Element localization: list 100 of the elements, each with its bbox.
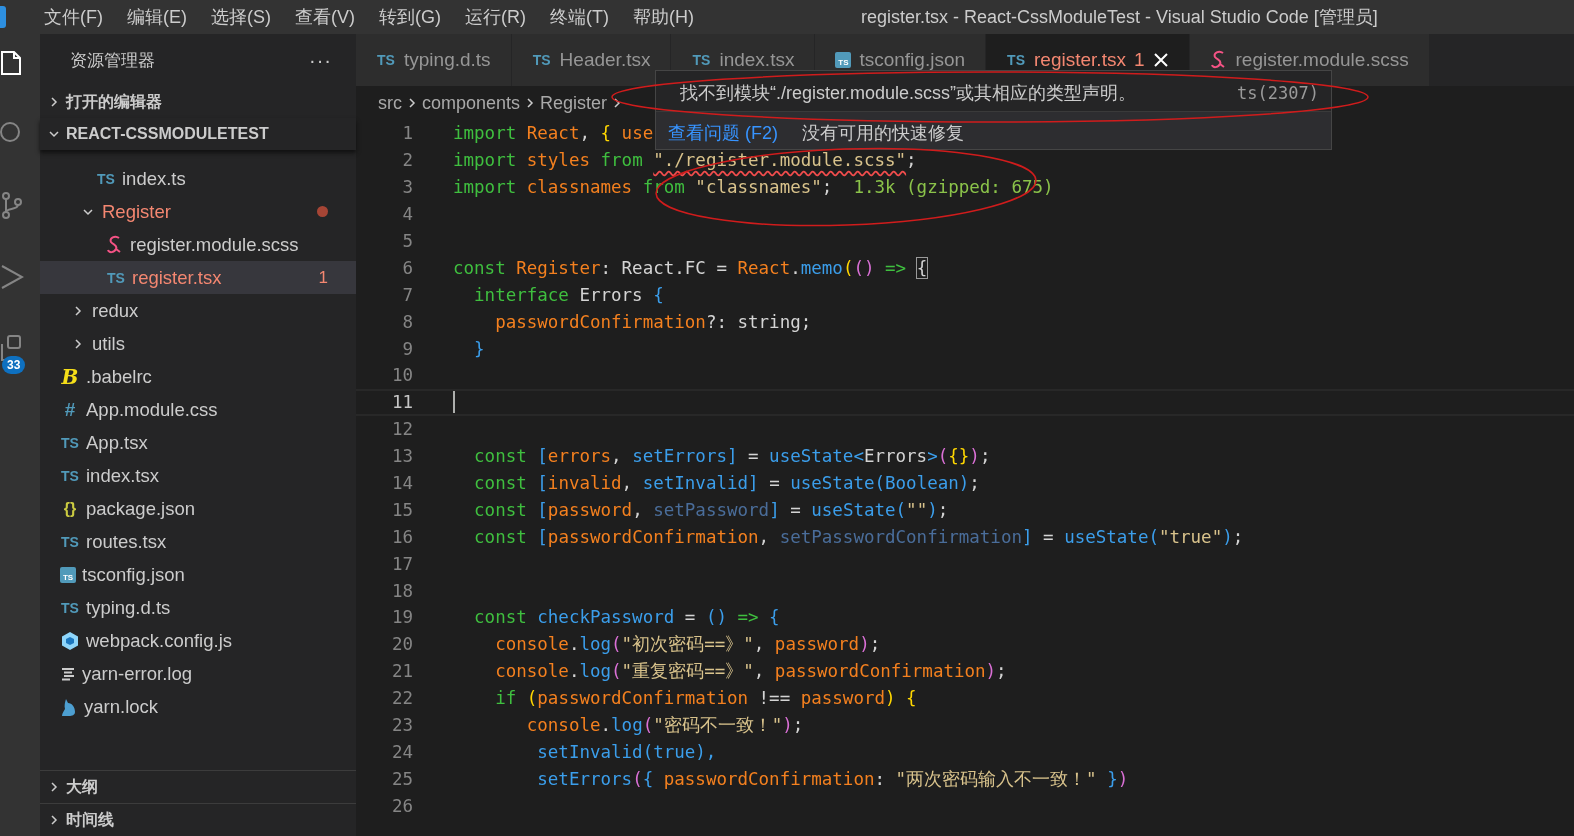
ts-icon: TS [60, 434, 80, 451]
ts-icon: TS [376, 52, 396, 68]
view-problem-link[interactable]: 查看问题 (F2) [668, 121, 778, 145]
line-number: 21 [390, 661, 413, 682]
code-line: setInvalid(true), [536, 741, 717, 762]
babel-icon: B [60, 364, 80, 389]
menu-item[interactable]: 选择(S) [199, 5, 283, 29]
ts-icon: TS [60, 599, 80, 616]
code-line: interface Errors { [473, 284, 664, 305]
line-number: 6 [401, 257, 413, 278]
breadcrumb-item[interactable]: src [378, 92, 402, 114]
line-number: 24 [390, 741, 413, 762]
file-item[interactable]: register.module.scss [40, 228, 356, 261]
menu-item[interactable]: 文件(F) [32, 5, 115, 29]
line-number: 25 [390, 768, 413, 789]
line-number: 18 [390, 580, 413, 601]
section-header[interactable]: REACT-CSSMODULETEST [40, 118, 356, 150]
hash-icon: # [60, 398, 80, 421]
logo-icon [0, 6, 6, 28]
chevron-icon [72, 337, 84, 350]
chevron-icon [48, 128, 60, 140]
line-number: 20 [390, 634, 413, 655]
cube-icon [60, 630, 80, 651]
code-line: console.log("初次密码==》", password); [494, 633, 881, 657]
badge-count: 33 [2, 356, 26, 374]
menu-item[interactable]: 运行(R) [453, 5, 538, 29]
menu-item[interactable]: 终端(T) [538, 5, 621, 29]
section-header[interactable]: 打开的编辑器 [40, 86, 356, 118]
problem-count: 1 [318, 267, 328, 288]
ts-icon: TS [96, 170, 116, 187]
file-item[interactable]: TS routes.tsx [40, 525, 356, 558]
line-number: 1 [401, 123, 413, 144]
editor-tab[interactable]: TS typing.d.ts [356, 34, 512, 86]
file-item[interactable]: TS App.tsx [40, 426, 356, 459]
lines-icon [60, 665, 76, 682]
code-line: if (passwordConfirmation !== password) { [494, 688, 917, 709]
code-line: const [passwordConfirmation, setPasswordConfirmation] = useState("true"); [473, 526, 1244, 547]
menu-item[interactable]: 转到(G) [367, 5, 453, 29]
line-number: 19 [390, 607, 413, 628]
line-number: 2 [401, 150, 413, 171]
run-icon [0, 262, 24, 292]
file-item[interactable]: webpack.config.js [40, 624, 356, 657]
menu-item[interactable]: 编辑(E) [115, 5, 199, 29]
window-title: register.tsx - React-CssModuleTest - Visual Studio Code [管理员] [860, 6, 1378, 29]
chevron-icon [48, 96, 60, 108]
code-line: setErrors({ passwordConfirmation: "两次密码输入不一致！" }) [536, 767, 1129, 791]
line-number: 11 [390, 392, 413, 413]
file-item[interactable]: # App.module.css [40, 393, 356, 426]
ts-icon: TS [691, 52, 712, 68]
editor-tab[interactable]: TS Header.tsx [511, 34, 672, 86]
menu-item[interactable]: 帮助(H) [620, 5, 706, 29]
chevron-icon [48, 814, 60, 826]
source-control-icon [0, 190, 24, 220]
ts-icon: TS [60, 467, 80, 484]
file-item[interactable]: TS tsconfig.json [40, 558, 356, 591]
quick-fix-note: 没有可用的快速修复 [802, 122, 964, 145]
line-number: 13 [390, 446, 413, 467]
code-line: } [473, 338, 485, 359]
menu-item[interactable]: 查看(V) [283, 5, 367, 29]
line-number: 16 [390, 526, 413, 547]
code-line: const [errors, setErrors] = useState<Errors>({}); [473, 446, 991, 467]
ts-icon: TS [1006, 52, 1027, 68]
folder-item[interactable]: utils [40, 327, 356, 360]
file-item[interactable]: TS typing.d.ts [40, 591, 356, 624]
line-number: 26 [390, 795, 413, 816]
file-item[interactable]: {} package.json [40, 492, 356, 525]
file-item[interactable]: B .babelrc [40, 360, 356, 393]
line-number: 22 [390, 688, 413, 709]
code-line: const checkPassword = () => { [473, 607, 780, 628]
file-item[interactable]: yarn.lock [40, 690, 356, 723]
line-number: 23 [390, 715, 413, 736]
error-code: ts(2307) [1237, 83, 1319, 103]
code-line: console.log("密码不一致！"); [525, 714, 804, 738]
ts-icon: TS [60, 533, 80, 550]
line-number: 4 [401, 204, 413, 225]
breadcrumb-item[interactable]: Register [540, 92, 608, 114]
line-number: 5 [401, 231, 413, 251]
chevron-icon [72, 304, 84, 317]
more-actions-button[interactable]: ··· [309, 48, 332, 72]
braces-icon: {} [60, 499, 80, 518]
file-item[interactable]: yarn-error.log [40, 657, 356, 690]
file-item[interactable]: TS register.tsx 1 [40, 261, 356, 294]
close-icon[interactable] [1152, 52, 1169, 68]
code-line: const [password, setPassword] = useState(""); [473, 499, 949, 520]
line-number: 3 [401, 177, 413, 198]
line-number: 17 [390, 553, 413, 574]
code-line: console.log("重复密码==》", passwordConfirmation); [494, 660, 1007, 684]
file-item[interactable]: TS index.tsx [40, 459, 356, 492]
problem-count: 1 [1133, 49, 1145, 71]
folder-item[interactable]: Register [40, 195, 356, 228]
section-header[interactable]: 时间线 [40, 803, 356, 836]
folder-item[interactable]: redux [40, 294, 356, 327]
line-number: 7 [401, 284, 413, 305]
line-number: 15 [390, 499, 413, 520]
code-line: const [invalid, setInvalid] = useState(Boolean); [473, 473, 980, 493]
breadcrumb-item[interactable]: components [422, 92, 521, 114]
section-header[interactable]: 大纲 [40, 770, 356, 803]
ts-icon: TS [531, 52, 552, 68]
tsconfig-icon: TS [835, 52, 852, 68]
file-item[interactable]: TS index.ts [40, 162, 356, 195]
